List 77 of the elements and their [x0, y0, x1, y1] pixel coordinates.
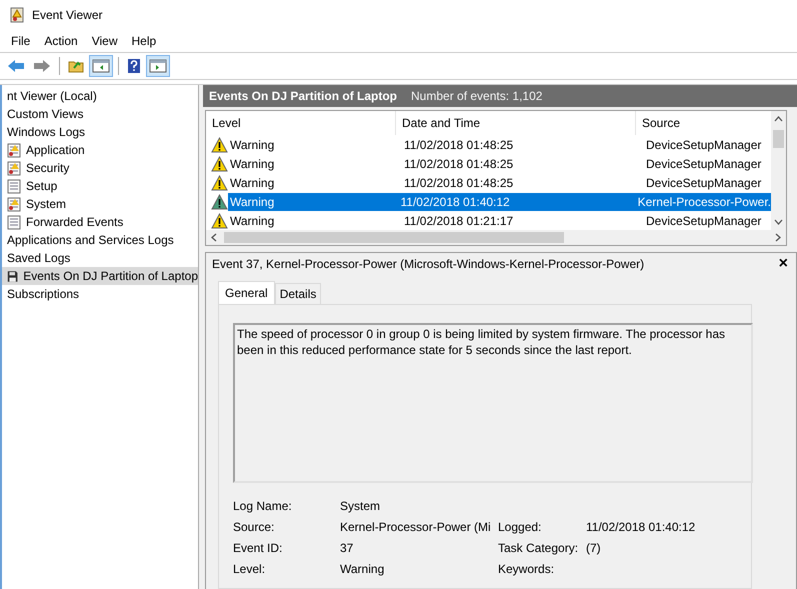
- warning-icon: [211, 136, 228, 152]
- tab[interactable]: Details: [274, 283, 322, 304]
- tree-item[interactable]: Events On DJ Partition of Laptop: [2, 267, 198, 285]
- warning-log-icon: [7, 142, 21, 158]
- tree-item[interactable]: Subscriptions: [2, 285, 198, 303]
- tree-item[interactable]: Applications and Services Logs: [2, 231, 198, 249]
- tree-item[interactable]: System: [2, 195, 198, 213]
- horizontal-scrollbar[interactable]: [206, 230, 786, 245]
- field-value: (7): [586, 541, 602, 555]
- source-cell: DeviceSetupManager: [646, 214, 762, 228]
- event-row[interactable]: Warning 11/02/2018 01:21:17 DeviceSetupManager: [228, 212, 771, 230]
- date-cell-text: 11/02/2018 01:48:25: [403, 138, 514, 152]
- window-title: Event Viewer: [32, 8, 102, 22]
- scroll-thumb[interactable]: [773, 130, 784, 148]
- tree-item[interactable]: Windows Logs: [2, 123, 198, 141]
- tree-item[interactable]: Forwarded Events: [2, 213, 198, 231]
- date-cell-text: 11/02/2018 01:48:25: [403, 156, 514, 170]
- column-header[interactable]: Date and Time: [396, 111, 636, 135]
- event-row[interactable]: Warning 11/02/2018 01:40:12 Kernel-Processor-Power.: [228, 192, 771, 210]
- event-log-icon: [10, 7, 24, 23]
- warning-icon: [211, 174, 228, 190]
- tree-item[interactable]: Security: [2, 159, 198, 177]
- field-label: Event ID:: [233, 541, 284, 555]
- event-row[interactable]: Warning 11/02/2018 01:48:25 DeviceSetupManager: [228, 174, 771, 192]
- log-title: Events On DJ Partition of Laptop: [209, 89, 398, 103]
- menu-item[interactable]: Action: [37, 34, 85, 48]
- field-label: Log Name:: [233, 499, 293, 513]
- level-cell-text: Warning: [229, 194, 276, 208]
- warning-log-icon: [7, 196, 21, 212]
- scroll-thumb[interactable]: [224, 232, 564, 243]
- event-count: Number of events: 1,102: [411, 89, 542, 103]
- menu-item[interactable]: Help: [124, 34, 164, 48]
- field-label: Task Category:: [498, 541, 580, 555]
- field-value: 11/02/2018 01:40:12: [586, 520, 696, 534]
- date-cell-text: 11/02/2018 01:21:17: [403, 214, 514, 228]
- field-value: Warning: [340, 562, 386, 576]
- tree-item[interactable]: Application: [2, 141, 198, 159]
- date-cell-text: 11/02/2018 01:40:12: [400, 194, 511, 208]
- field-value: Kernel-Processor-Power (Mi: [340, 520, 492, 534]
- field-label: Logged:: [498, 520, 542, 534]
- field-label: Keywords:: [498, 562, 556, 576]
- level-cell-text: Warning: [229, 176, 276, 190]
- menu-item[interactable]: File: [4, 34, 38, 48]
- source-cell: DeviceSetupManager: [646, 156, 762, 170]
- tree-item[interactable]: Saved Logs: [2, 249, 198, 267]
- level-cell-text: Warning: [229, 138, 276, 152]
- warning-icon: [211, 194, 228, 210]
- vertical-scrollbar[interactable]: [771, 111, 786, 230]
- event-row[interactable]: Warning 11/02/2018 01:48:25 DeviceSetupManager: [228, 136, 771, 154]
- warning-icon: [211, 156, 228, 172]
- warning-log-icon: [7, 160, 21, 176]
- warning-icon: [211, 212, 228, 228]
- source-cell: DeviceSetupManager: [646, 138, 762, 152]
- close-button[interactable]: ×: [778, 256, 788, 272]
- log-icon: [7, 178, 21, 194]
- field-value: 37: [340, 541, 354, 555]
- column-header[interactable]: Source: [636, 111, 771, 135]
- date-cell-text: 11/02/2018 01:48:25: [403, 176, 514, 190]
- column-header[interactable]: Level: [206, 111, 396, 135]
- field-value: System: [340, 499, 382, 513]
- tree-item[interactable]: Custom Views: [2, 105, 198, 123]
- tree-item[interactable]: nt Viewer (Local): [2, 87, 198, 105]
- event-message: The speed of processor 0 in group 0 is being limited by system firmware. The processor has been in this reduced performance state for 5 seconds since the last report.: [237, 327, 726, 357]
- tree-item[interactable]: Setup: [2, 177, 198, 195]
- pane-toggle-icon[interactable]: [89, 55, 113, 77]
- source-cell: DeviceSetupManager: [646, 176, 762, 190]
- source-cell: Kernel-Processor-Power.: [638, 194, 771, 208]
- pane-toggle-icon[interactable]: [146, 55, 170, 77]
- field-label: Level:: [233, 562, 266, 576]
- level-cell-text: Warning: [229, 214, 276, 228]
- field-label: Source:: [233, 520, 276, 534]
- event-title: Event 37, Kernel-Processor-Power (Microsoft-Windows-Kernel-Processor-Power): [212, 257, 644, 271]
- level-cell-text: Warning: [229, 156, 276, 170]
- log-icon: [7, 214, 21, 230]
- tab[interactable]: General: [218, 281, 275, 304]
- menu-item[interactable]: View: [84, 34, 124, 48]
- event-row[interactable]: Warning 11/02/2018 01:48:25 DeviceSetupManager: [228, 154, 771, 172]
